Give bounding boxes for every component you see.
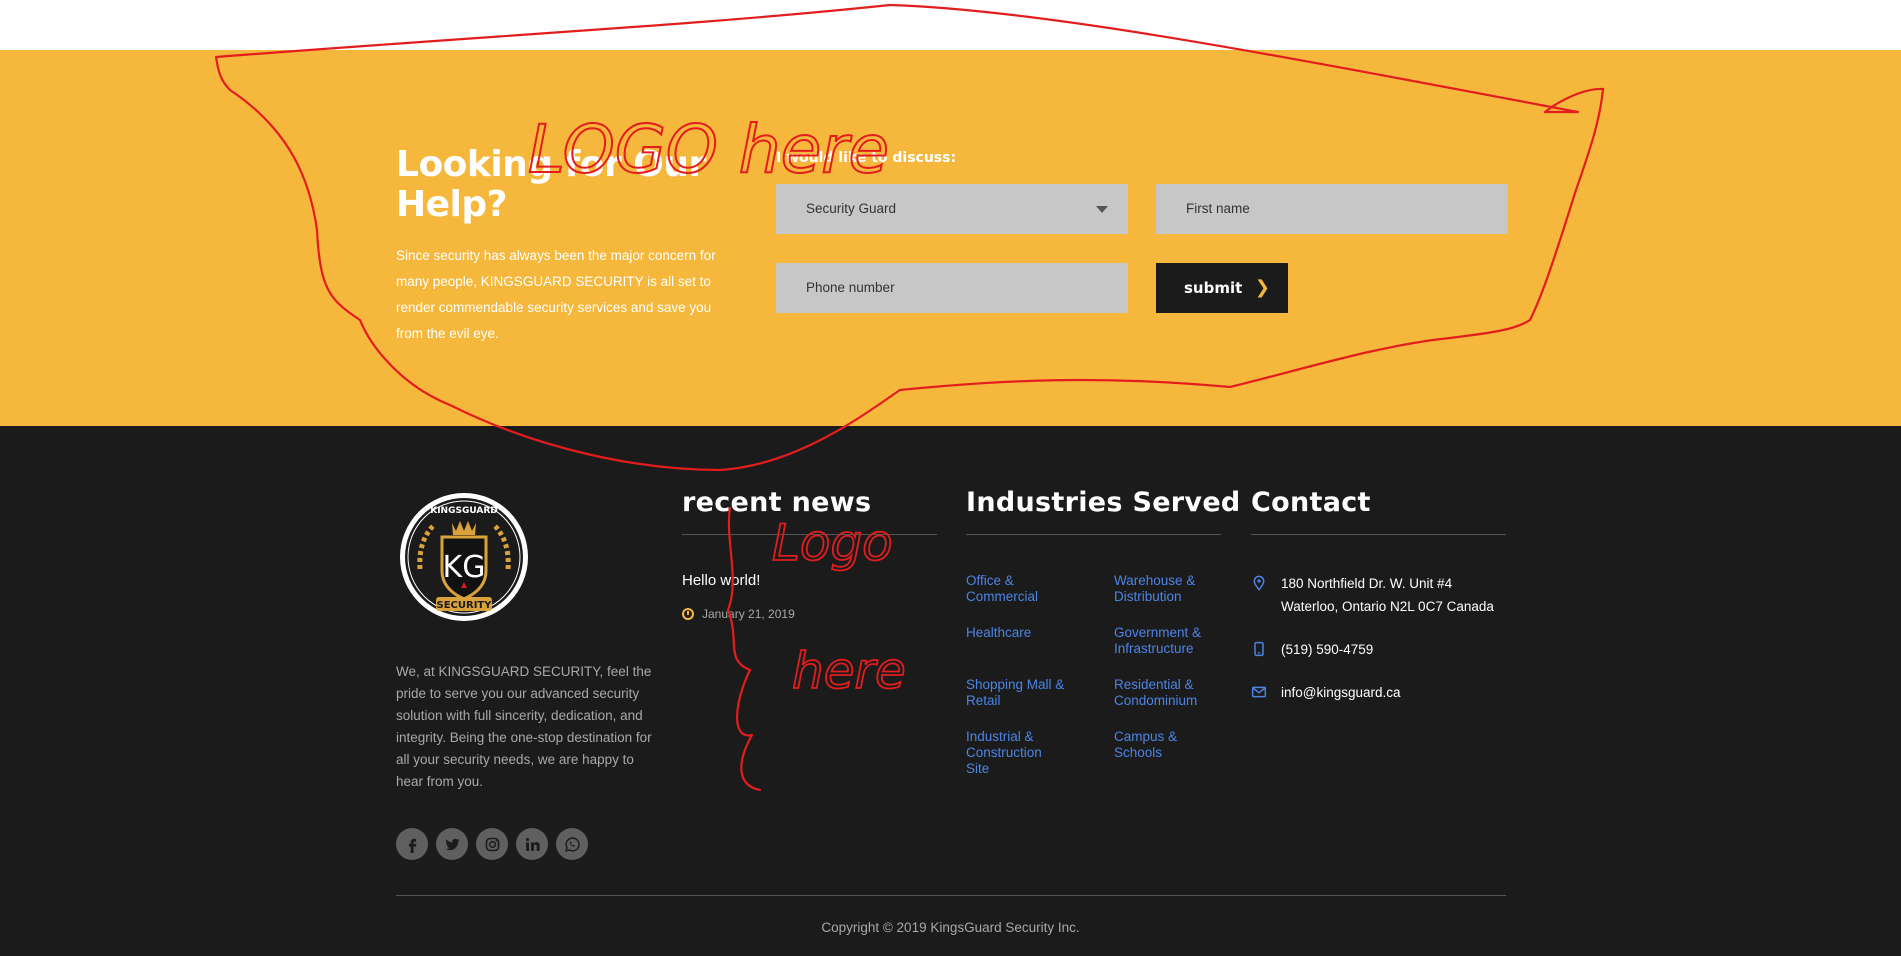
chevron-down-icon [1096,206,1108,213]
contact-email: info@kingsguard.ca [1251,681,1401,704]
form-label: I would like to discuss: [776,150,957,166]
logo-initials: KG [443,550,486,585]
whatsapp-icon[interactable] [556,828,588,860]
logo-word: SECURITY [437,600,493,611]
social-links [396,828,588,860]
contact-address: 180 Northfield Dr. W. Unit #4 Waterloo, … [1251,572,1494,618]
cta-description: Since security has always been the major… [396,248,716,341]
copyright-text: Copyright © 2019 KingsGuard Security Inc… [821,920,1080,935]
news-item-title[interactable]: Hello world! [682,572,760,589]
industry-link-residential[interactable]: Residential & Condominium [1114,677,1234,709]
phone-icon [1254,641,1264,657]
first-name-placeholder: First name [1186,201,1250,216]
top-strip [0,0,1901,50]
footer-bottom-divider [396,895,1506,896]
address-line-1: 180 Northfield Dr. W. Unit #4 [1281,576,1453,591]
news-item-date: January 21, 2019 [682,607,795,621]
recent-news-title: recent news [682,487,872,518]
twitter-icon[interactable] [436,828,468,860]
cta-title: Looking for Our Help? [396,144,706,225]
discuss-select[interactable]: Security Guard [776,184,1128,234]
footer [0,426,1901,956]
industry-link-healthcare[interactable]: Healthcare [966,625,1086,641]
mail-icon [1251,686,1267,698]
contact-divider [1251,534,1506,535]
news-date-text: January 21, 2019 [702,607,795,621]
contact-title: Contact [1251,487,1371,518]
clock-icon [682,608,694,620]
industry-link-campus[interactable]: Campus & Schools [1114,729,1194,761]
industry-link-industrial[interactable]: Industrial & Construction Site [966,729,1066,777]
email-address[interactable]: info@kingsguard.ca [1281,681,1401,704]
industry-link-warehouse[interactable]: Warehouse & Distribution [1114,573,1234,605]
industry-link-government[interactable]: Government & Infrastructure [1114,625,1234,657]
first-name-field[interactable]: First name [1156,184,1508,234]
facebook-icon[interactable] [396,828,428,860]
industry-link-office[interactable]: Office & Commercial [966,573,1086,605]
submit-label: submit [1184,279,1243,297]
industry-link-shopping[interactable]: Shopping Mall & Retail [966,677,1086,709]
about-text: We, at KINGSGUARD SECURITY, feel the pri… [396,664,652,789]
industries-title: Industries Served [966,487,1241,518]
linkedin-icon[interactable] [516,828,548,860]
logo-name: KINGSGUARD [430,506,498,516]
recent-news-divider [682,534,937,535]
phone-number-field[interactable]: Phone number [776,263,1128,313]
contact-phone: (519) 590-4759 [1251,638,1373,661]
location-pin-icon [1253,575,1265,591]
cta-section [0,50,1901,426]
discuss-select-value: Security Guard [806,201,897,216]
instagram-icon[interactable] [476,828,508,860]
chevron-right-icon: ❯ [1254,277,1270,298]
kingsguard-logo[interactable]: KINGSGUARD KG SECURITY [398,491,530,623]
address-line-2: Waterloo, Ontario N2L 0C7 Canada [1281,599,1494,614]
industries-divider [966,534,1221,535]
phone-number[interactable]: (519) 590-4759 [1281,638,1373,661]
phone-number-placeholder: Phone number [806,280,895,295]
submit-button[interactable]: submit ❯ [1156,263,1288,313]
page: Looking for Our Help? Since security has… [0,0,1901,956]
